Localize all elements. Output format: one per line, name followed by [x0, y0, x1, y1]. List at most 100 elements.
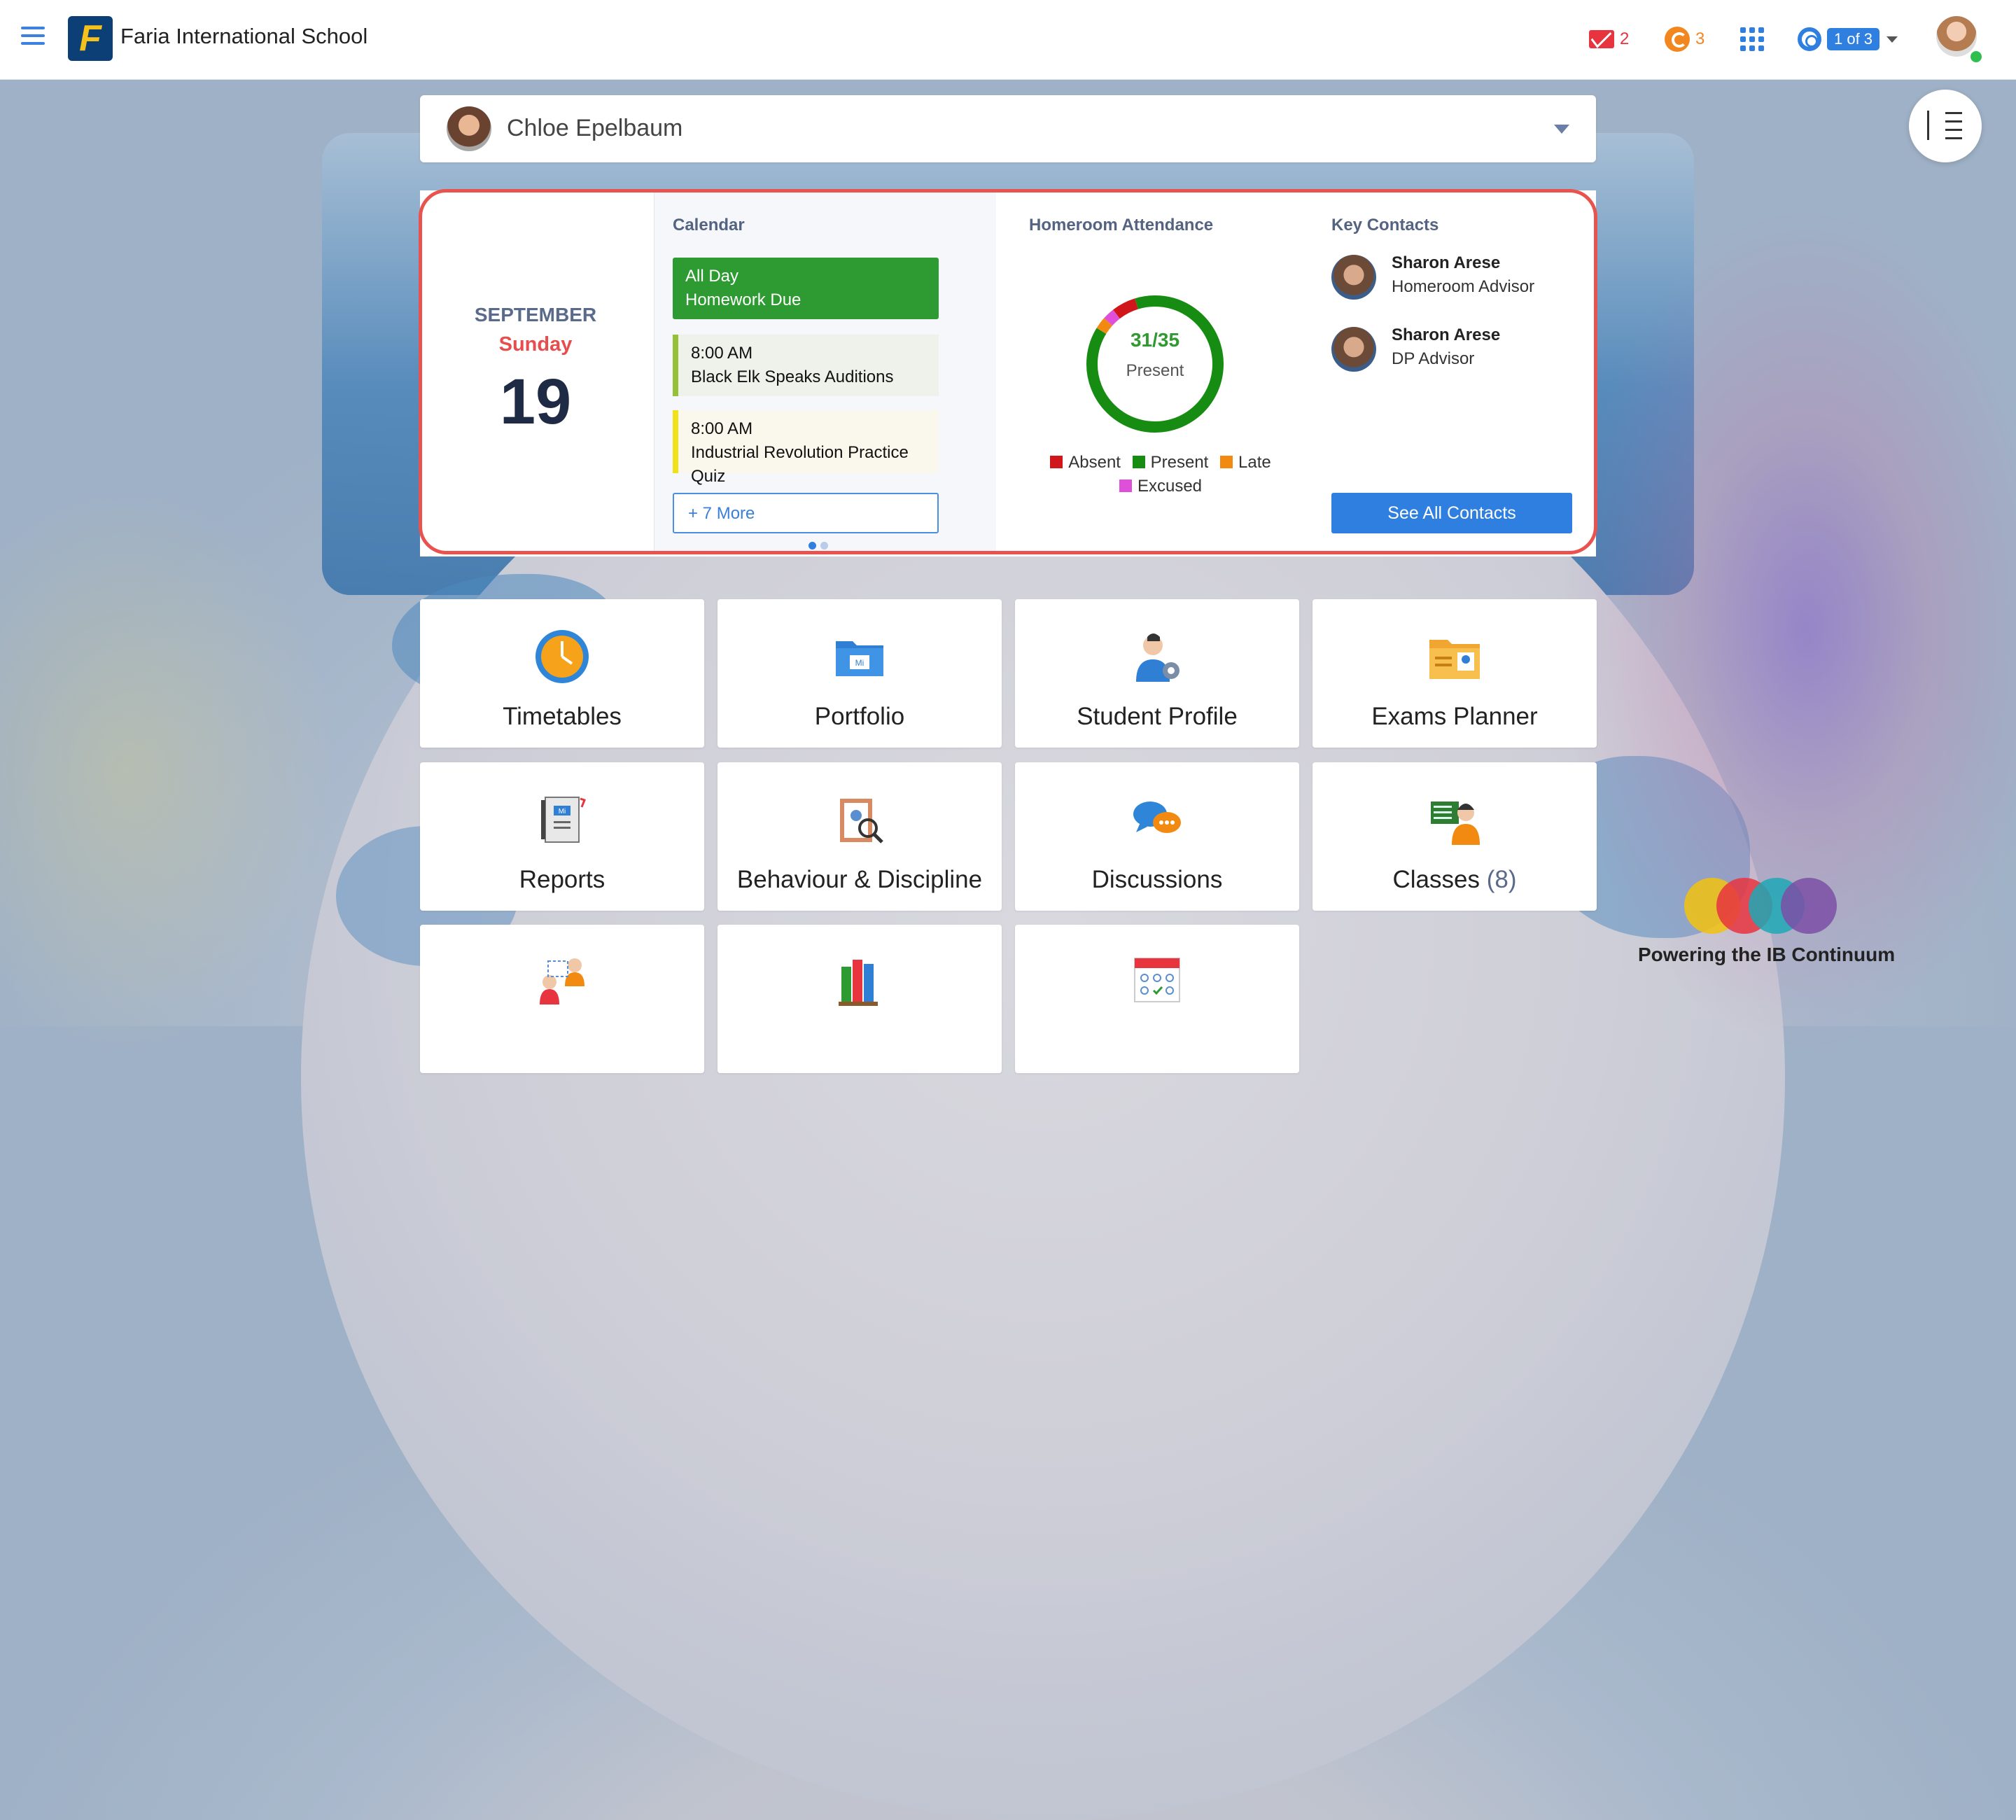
contacts-card: Key Contacts Sharon Arese Homeroom Advis… [1312, 190, 1595, 552]
legend-swatch-excused [1119, 479, 1132, 492]
notifications-button[interactable]: 3 [1665, 22, 1704, 56]
school-logo[interactable]: F [68, 16, 113, 61]
calendar-event[interactable]: 8:00 AM Black Elk Speaks Auditions [673, 335, 939, 396]
mail-icon [1589, 30, 1614, 48]
tile-label: Student Profile [1077, 703, 1238, 730]
tile-behaviour-discipline[interactable]: Behaviour & Discipline [718, 762, 1002, 911]
contact-name: Sharon Arese [1392, 326, 1501, 344]
legend-swatch-absent [1050, 456, 1063, 468]
student-profile-icon [1136, 634, 1180, 682]
contact-role: Homeroom Advisor [1392, 277, 1535, 296]
contact-role: DP Advisor [1392, 349, 1475, 368]
page-indicator: 1 of 3 [1827, 28, 1880, 50]
tile-student-profile[interactable]: Student Profile [1015, 599, 1299, 748]
tile-label: Exams Planner [1371, 703, 1538, 730]
contact-avatar [1331, 255, 1376, 300]
date-card: SEPTEMBER Sunday 19 [420, 190, 651, 552]
line-spacing-icon [1927, 111, 1929, 140]
lifebuoy-icon [1798, 27, 1821, 51]
tile-reports[interactable]: Mi Reports [420, 762, 704, 911]
legend-late: Late [1238, 453, 1271, 472]
ib-tagline: Powering the IB Continuum [1638, 944, 1896, 965]
background-glow [0, 490, 336, 1050]
donut-segment-absent [1113, 298, 1139, 319]
tile-timetables[interactable]: Timetables [420, 599, 704, 748]
donut-segment-excused [1104, 309, 1120, 326]
contacts-title: Key Contacts [1331, 216, 1439, 234]
attendance-title: Homeroom Attendance [1029, 216, 1214, 234]
tile-label: Classes (8) [1392, 866, 1517, 893]
tile-label: Timetables [503, 703, 622, 730]
tile-people[interactable] [420, 925, 704, 1073]
top-bar: F Faria International School 2 3 1 of 3 [0, 0, 2016, 80]
see-all-contacts-button[interactable]: See All Contacts [1331, 493, 1572, 533]
carousel-dot-active[interactable] [808, 542, 816, 550]
calendar-title: Calendar [673, 216, 745, 234]
tile-label: Behaviour & Discipline [736, 866, 983, 893]
notification-icon [1665, 27, 1690, 52]
carousel-dot[interactable] [820, 542, 828, 550]
calendar-event[interactable]: 8:00 AM Industrial Revolution Practice Q… [673, 410, 939, 486]
online-status-icon [1968, 49, 1984, 64]
tile-label: Reports [519, 866, 606, 893]
attendance-calendar-icon [1134, 958, 1180, 1002]
ib-logo [1684, 878, 1838, 934]
books-icon [839, 960, 878, 1006]
clock-icon [536, 630, 589, 683]
attendance-legend: Absent Present Late Excused [1035, 451, 1280, 498]
legend-swatch-present [1132, 456, 1145, 468]
people-connect-icon [540, 958, 584, 1004]
mail-button[interactable]: 2 [1589, 22, 1629, 56]
student-selector[interactable]: Chloe Epelbaum [420, 95, 1596, 162]
menu-icon[interactable] [21, 27, 45, 50]
legend-present: Present [1150, 453, 1209, 472]
svg-text:Mi: Mi [855, 658, 864, 668]
tile-library[interactable] [718, 925, 1002, 1073]
apps-grid-icon [1740, 27, 1764, 51]
tile-discussions[interactable]: Discussions [1015, 762, 1299, 911]
legend-absent: Absent [1068, 453, 1121, 472]
contact-item[interactable]: Sharon Arese Homeroom Advisor [1331, 253, 1583, 309]
clipboard-search-icon [840, 799, 883, 844]
contact-item[interactable]: Sharon Arese DP Advisor [1331, 326, 1583, 382]
folder-icon: Mi [836, 641, 883, 676]
attendance-count-label: Present [1126, 361, 1184, 380]
tile-label: Portfolio [814, 703, 905, 730]
chevron-down-icon [1554, 125, 1569, 134]
classes-count: (8) [1486, 866, 1517, 893]
more-events-button[interactable]: + 7 More [673, 493, 939, 533]
classroom-icon [1431, 802, 1480, 845]
month-label: SEPTEMBER [474, 304, 597, 326]
legend-swatch-late [1220, 456, 1233, 468]
attendance-count: 31/35 [1130, 329, 1180, 351]
chevron-down-icon [1886, 36, 1898, 43]
legend-excused: Excused [1137, 477, 1203, 496]
calendar-event[interactable]: All Day Homework Due [673, 258, 939, 319]
svg-text:Mi: Mi [559, 808, 566, 816]
mail-count: 2 [1620, 29, 1630, 48]
calendar-card: Calendar All Day Homework Due 8:00 AM Bl… [654, 190, 996, 552]
tile-attendance[interactable] [1015, 925, 1299, 1073]
help-menu[interactable]: 1 of 3 [1798, 22, 1898, 56]
chat-bubbles-icon [1133, 802, 1181, 833]
contact-avatar [1331, 327, 1376, 372]
dashboard-summary-panel: SEPTEMBER Sunday 19 Calendar All Day Hom… [419, 189, 1597, 556]
background-globe [301, 336, 1785, 1820]
attendance-card: Homeroom Attendance 31/35 Present Absent… [1014, 190, 1296, 552]
school-name[interactable]: Faria International School [120, 24, 368, 49]
tile-label: Discussions [1091, 866, 1223, 893]
day-number: 19 [499, 366, 572, 438]
weekday-label: Sunday [498, 333, 573, 356]
notifications-count: 3 [1695, 29, 1705, 48]
exam-folder-icon [1429, 640, 1480, 679]
apps-button[interactable] [1740, 22, 1764, 56]
tile-classes[interactable]: Classes (8) [1312, 762, 1597, 911]
student-name: Chloe Epelbaum [507, 115, 683, 141]
tile-portfolio[interactable]: Mi Portfolio [718, 599, 1002, 748]
reorder-button[interactable] [1909, 90, 1982, 162]
report-cards-icon: Mi [541, 797, 586, 843]
tile-exams-planner[interactable]: Exams Planner [1312, 599, 1597, 748]
student-avatar [447, 106, 491, 151]
carousel-dots [808, 540, 832, 553]
contact-name: Sharon Arese [1392, 253, 1501, 272]
